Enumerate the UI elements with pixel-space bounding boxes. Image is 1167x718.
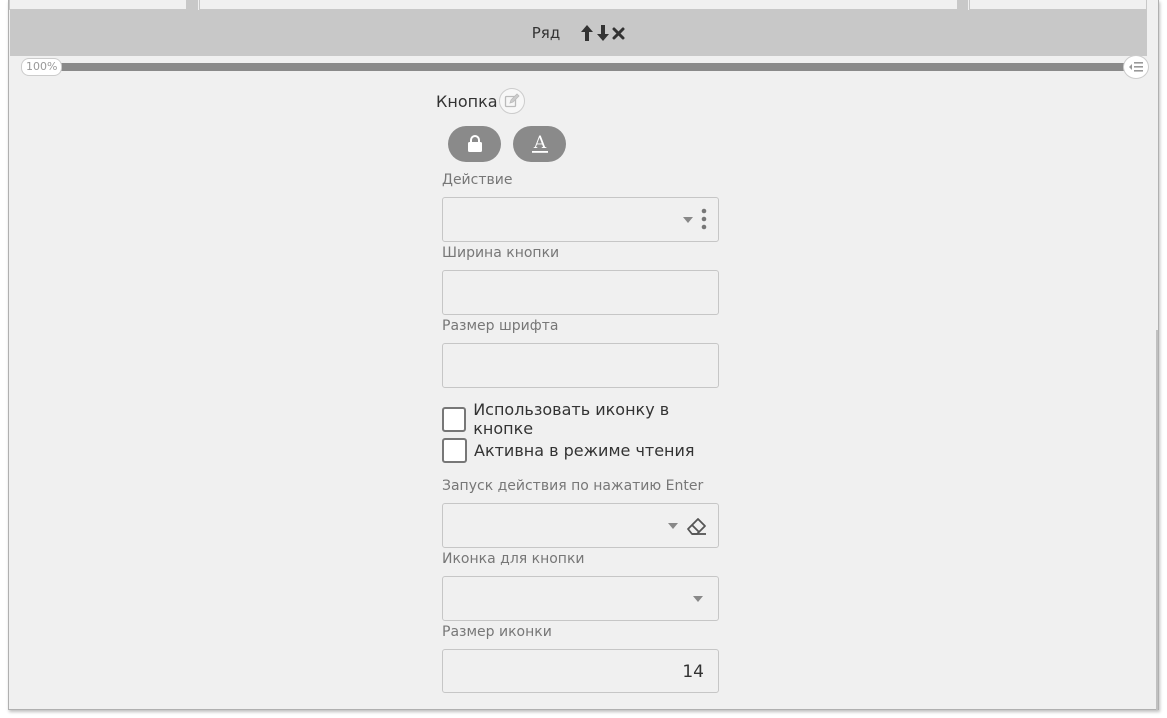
button-width-label: Ширина кнопки <box>442 245 560 261</box>
text-style-button[interactable]: A <box>513 126 566 162</box>
font-size-input[interactable] <box>442 343 719 388</box>
zoom-slider[interactable]: 100% <box>21 55 1149 79</box>
arrow-up-icon[interactable] <box>580 24 594 42</box>
panel-header: Кнопка <box>436 88 525 114</box>
column-divider[interactable] <box>957 0 968 10</box>
eraser-icon[interactable] <box>685 514 709 538</box>
read-mode-row[interactable]: Активна в режиме чтения <box>442 438 695 463</box>
lock-button[interactable] <box>448 126 501 162</box>
action-select[interactable] <box>442 197 719 242</box>
edit-title-button[interactable] <box>498 88 525 114</box>
lock-icon <box>467 135 482 152</box>
close-icon[interactable] <box>612 27 625 40</box>
enter-action-label: Запуск действия по нажатию Enter <box>442 478 704 494</box>
row-actions <box>580 24 625 42</box>
panel-title: Кнопка <box>436 91 498 111</box>
use-icon-label: Использовать иконку в кнопке <box>473 400 670 438</box>
edit-icon <box>504 93 520 108</box>
zoom-handle[interactable] <box>1123 55 1149 79</box>
button-icon-select[interactable] <box>442 576 719 621</box>
use-icon-row[interactable]: Использовать иконку в кнопке <box>442 400 724 438</box>
row-header: Ряд <box>10 10 1147 56</box>
font-size-label: Размер шрифта <box>442 318 559 334</box>
read-mode-checkbox[interactable] <box>442 438 467 463</box>
column-slot[interactable] <box>969 0 1147 10</box>
use-icon-checkbox[interactable] <box>442 406 467 432</box>
row-title: Ряд <box>531 24 561 42</box>
read-mode-label: Активна в режиме чтения <box>474 441 695 460</box>
zoom-track[interactable] <box>51 63 1129 71</box>
svg-text:A: A <box>532 133 546 153</box>
column-slot[interactable] <box>9 0 187 10</box>
menu-dots-icon[interactable] <box>701 208 707 230</box>
button-width-input[interactable] <box>442 270 719 315</box>
text-format-icon: A <box>531 133 548 153</box>
chevron-down-icon[interactable] <box>693 596 703 602</box>
column-slot[interactable] <box>199 0 958 10</box>
zoom-label: 100% <box>21 58 63 76</box>
icon-size-label: Размер иконки <box>442 624 552 640</box>
scrollbar[interactable] <box>1156 330 1158 710</box>
column-divider[interactable] <box>187 0 198 10</box>
icon-size-input[interactable]: 14 <box>442 649 719 693</box>
enter-action-select[interactable] <box>442 503 719 548</box>
chevron-down-icon[interactable] <box>668 523 678 529</box>
chevron-down-icon[interactable] <box>683 217 693 223</box>
action-label: Действие <box>442 172 513 188</box>
list-icon <box>1129 62 1143 72</box>
button-icon-label: Иконка для кнопки <box>442 551 585 567</box>
arrow-down-icon[interactable] <box>596 24 610 42</box>
